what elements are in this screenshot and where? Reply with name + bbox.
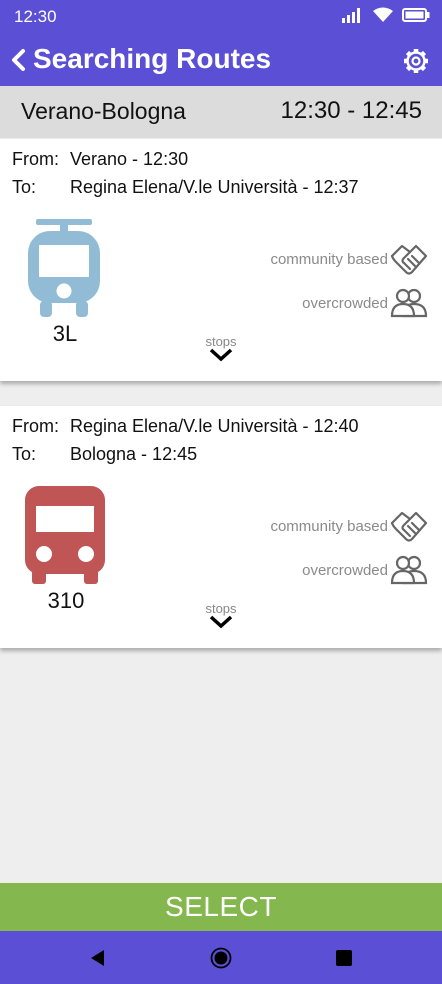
route-summary-header: Verano-Bologna 12:30 - 12:45 bbox=[0, 86, 442, 138]
wifi-icon bbox=[373, 7, 393, 22]
leg-to-row: To: Bologna - 12:45 bbox=[12, 444, 197, 465]
leg-from-row: From: Verano - 12:30 bbox=[12, 149, 188, 170]
route-leg-card[interactable]: From: Regina Elena/V.le Università - 12:4… bbox=[0, 406, 442, 648]
system-nav-bar bbox=[0, 931, 442, 984]
route-leg-card[interactable]: From: Verano - 12:30 To: Regina Elena/V.le… bbox=[0, 139, 442, 381]
to-value: Regina Elena/V.le Università - 12:37 bbox=[70, 177, 359, 197]
from-value: Verano - 12:30 bbox=[70, 149, 189, 169]
handshake-icon bbox=[390, 244, 428, 275]
feature-overcrowded: overcrowded bbox=[302, 555, 428, 585]
stops-label: stops bbox=[205, 334, 237, 349]
feature-overcrowded: overcrowded bbox=[302, 288, 428, 318]
status-time: 12:30 bbox=[14, 7, 57, 26]
leg-to-row: To: Regina Elena/V.le Università - 12:37 bbox=[12, 177, 359, 198]
status-icons bbox=[342, 7, 430, 23]
to-label: To: bbox=[12, 444, 37, 464]
stops-expander[interactable]: stops bbox=[0, 335, 442, 367]
recents-square-icon[interactable] bbox=[335, 949, 353, 967]
select-button[interactable]: SELECT bbox=[0, 883, 442, 931]
feature-community-based: community based bbox=[270, 242, 428, 276]
tram-icon bbox=[28, 219, 100, 317]
gear-icon[interactable] bbox=[402, 47, 430, 75]
to-label: To: bbox=[12, 177, 37, 197]
chevron-down-icon bbox=[209, 348, 233, 362]
page-title: Searching Routes bbox=[33, 43, 272, 74]
people-icon bbox=[390, 555, 428, 585]
handshake-icon bbox=[390, 511, 428, 542]
feature-label: community based bbox=[270, 517, 388, 535]
people-icon bbox=[390, 288, 428, 318]
battery-icon bbox=[402, 8, 430, 22]
bus-icon bbox=[25, 486, 105, 584]
to-value: Bologna - 12:45 bbox=[70, 444, 198, 464]
status-bar: 12:30 bbox=[0, 0, 442, 34]
stops-expander[interactable]: stops bbox=[0, 602, 442, 634]
back-chevron-icon[interactable] bbox=[8, 46, 28, 74]
back-triangle-icon[interactable] bbox=[88, 948, 106, 968]
home-circle-icon[interactable] bbox=[210, 947, 232, 969]
feature-community-based: community based bbox=[270, 509, 428, 543]
signal-icon bbox=[342, 8, 360, 23]
from-label: From: bbox=[12, 416, 59, 436]
app-bar: Searching Routes bbox=[0, 34, 442, 86]
stops-label: stops bbox=[205, 601, 237, 616]
leg-from-row: From: Regina Elena/V.le Università - 12:4… bbox=[12, 416, 359, 437]
feature-label: overcrowded bbox=[302, 294, 388, 312]
route-times: 12:30 - 12:45 bbox=[280, 97, 422, 124]
from-value: Regina Elena/V.le Università - 12:40 bbox=[70, 416, 359, 436]
feature-label: overcrowded bbox=[302, 561, 388, 579]
from-label: From: bbox=[12, 149, 59, 169]
chevron-down-icon bbox=[209, 615, 233, 629]
route-name: Verano-Bologna bbox=[21, 98, 186, 124]
feature-label: community based bbox=[270, 250, 388, 268]
